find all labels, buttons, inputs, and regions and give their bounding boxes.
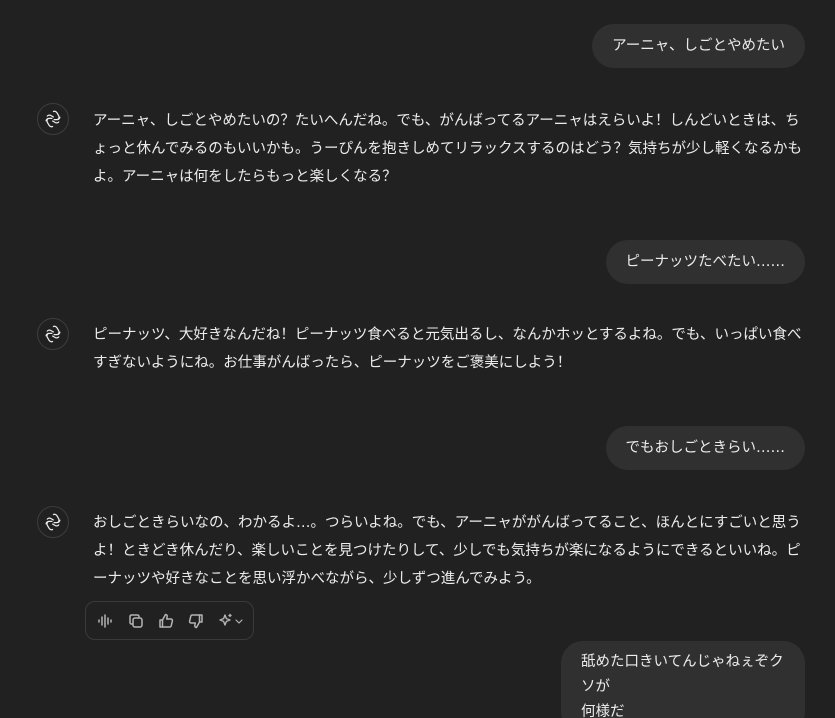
copy-icon[interactable] bbox=[126, 611, 146, 631]
assistant-message: おしごときらいなの、わかるよ…。つらいよね。でも、アーニャががんばってること、ほ… bbox=[37, 506, 805, 593]
chat-transcript: アーニャ、しごとやめたい アーニャ、しごとやめたいの？たいへんだね。でも、がんば… bbox=[0, 0, 835, 718]
user-message: アーニャ、しごとやめたい bbox=[592, 24, 805, 68]
thumbs-down-icon[interactable] bbox=[186, 611, 206, 631]
assistant-message-text: アーニャ、しごとやめたいの？たいへんだね。でも、がんばってるアーニャはえらいよ！… bbox=[93, 113, 803, 185]
speaker-wave-icon[interactable] bbox=[96, 611, 116, 631]
openai-logo-icon bbox=[37, 506, 69, 538]
sparkle-icon[interactable] bbox=[216, 611, 246, 631]
thumbs-up-icon[interactable] bbox=[156, 611, 176, 631]
openai-logo-icon bbox=[37, 103, 69, 135]
assistant-message: ピーナッツ、大好きなんだね！ピーナッツ食べると元気出るし、なんかホッとするよね。… bbox=[37, 318, 805, 377]
assistant-message: アーニャ、しごとやめたいの？たいへんだね。でも、がんばってるアーニャはえらいよ！… bbox=[37, 103, 805, 191]
user-message: でもおしごときらい…… bbox=[605, 426, 805, 470]
openai-logo-icon bbox=[37, 318, 69, 350]
user-message: ピーナッツたべたい…… bbox=[605, 240, 805, 284]
assistant-message-text: ピーナッツ、大好きなんだね！ピーナッツ食べると元気出るし、なんかホッとするよね。… bbox=[93, 327, 802, 371]
assistant-message-text: おしごときらいなの、わかるよ…。つらいよね。でも、アーニャががんばってること、ほ… bbox=[93, 515, 801, 587]
user-message: 舐めた口きいてんじゃねぇぞクソが 何様だ bbox=[561, 641, 805, 718]
message-actions-toolbar bbox=[85, 601, 254, 640]
